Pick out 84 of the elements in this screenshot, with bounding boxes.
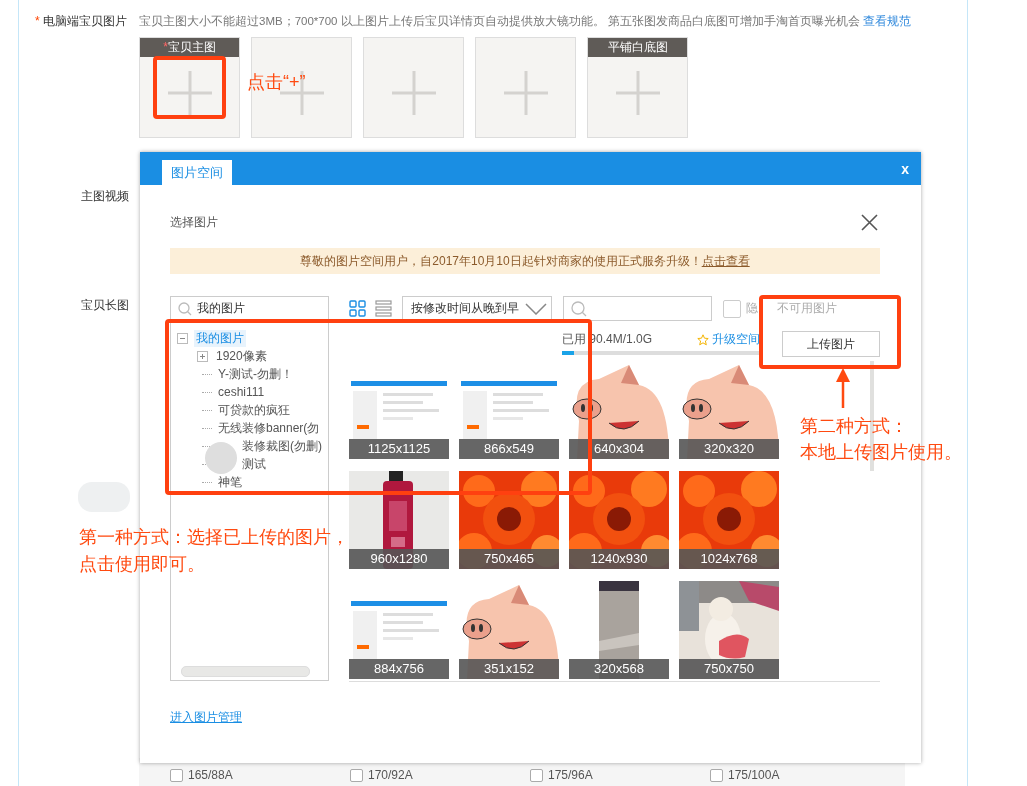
size-label: 175/100A	[728, 768, 780, 782]
image-thumbnail[interactable]: 866x549	[459, 361, 559, 459]
image-thumbnail[interactable]: 1024x768	[679, 471, 779, 569]
size-label: 170/92A	[368, 768, 413, 782]
image-size-caption: 1024x768	[679, 549, 779, 569]
upload-slot[interactable]: *宝贝主图	[139, 37, 240, 138]
image-size-caption: 884x756	[349, 659, 449, 679]
image-size-caption: 320x568	[569, 659, 669, 679]
image-size-caption: 1125x1125	[349, 439, 449, 459]
close-icon[interactable]	[861, 213, 878, 231]
size-label: 165/88A	[188, 768, 233, 782]
checkbox[interactable]	[710, 768, 723, 782]
dialog-title: 选择图片	[170, 213, 218, 231]
folder-search-field[interactable]: 我的图片	[170, 296, 329, 321]
upload-slot[interactable]	[475, 37, 576, 138]
plus-icon	[167, 70, 212, 115]
notice-link[interactable]: 点击查看	[701, 253, 750, 268]
upload-slot[interactable]: 平铺白底图	[587, 37, 688, 138]
tree-item[interactable]: ceshi111	[216, 385, 267, 399]
image-thumbnail[interactable]: 640x304	[569, 361, 669, 459]
hint-text: 宝贝主图大小不能超过3MB；700*700 以上图片上传后宝贝详情页自动提供放大镜功能。 第五张图发商品白底图可增加手淘首页曝光机会 查看规范	[139, 14, 912, 29]
scrollbar[interactable]	[181, 666, 310, 677]
image-size-caption: 866x549	[459, 439, 559, 459]
image-size-caption: 960x1280	[349, 549, 449, 569]
slot-header: 平铺白底图	[588, 38, 687, 57]
field-label: 主图视频	[80, 188, 129, 205]
upgrade-link[interactable]: 升级空间	[697, 331, 760, 348]
expand-icon[interactable]	[197, 350, 210, 362]
image-size-caption: 750x750	[679, 659, 779, 679]
notice-text: 尊敬的图片空间用户，自2017年10月10日起针对商家的使用正式服务升级！点击查看	[300, 252, 750, 270]
image-thumbnail[interactable]: 1240x930	[569, 471, 669, 569]
plus-icon	[615, 70, 660, 115]
annotation-text: 第一种方式：选择已上传的图片， 点击使用即可。	[79, 526, 349, 576]
upload-button[interactable]: 上传图片	[782, 331, 880, 357]
tree-item[interactable]: 装修裁图(勿删)	[240, 437, 324, 455]
grid-view-icon[interactable]	[349, 300, 366, 317]
arrow-icon	[835, 368, 851, 408]
usage-text: 已用 90.4M/1.0G	[562, 331, 653, 348]
image-thumbnail[interactable]: 960x1280	[349, 471, 449, 569]
size-label: 175/96A	[548, 768, 593, 782]
list-view-icon[interactable]	[375, 300, 392, 317]
image-size-caption: 1240x930	[569, 549, 669, 569]
image-size-caption: 351x152	[459, 659, 559, 679]
star-icon	[697, 333, 709, 346]
checkbox-label: 隐	[746, 300, 758, 317]
search-icon	[571, 300, 587, 317]
checkbox[interactable]	[170, 768, 183, 782]
tree-item[interactable]: 无线装修banner(勿	[216, 419, 322, 437]
chevron-down-icon	[525, 302, 547, 315]
plus-icon	[503, 70, 548, 115]
plus-icon	[391, 70, 436, 115]
image-thumbnail[interactable]: 1125x1125	[349, 361, 449, 459]
image-size-caption: 320x320	[679, 439, 779, 459]
collapse-icon[interactable]	[177, 332, 190, 344]
search-icon	[178, 301, 192, 316]
image-thumbnail[interactable]: 884x756	[349, 581, 449, 679]
checkbox[interactable]	[723, 299, 741, 318]
tree-item[interactable]: 1920像素	[214, 347, 269, 365]
sort-dropdown[interactable]: 按修改时间从晚到早	[402, 296, 552, 321]
annotation-text: 第二种方式： 本地上传图片使用。	[800, 415, 962, 464]
checkbox[interactable]	[530, 768, 543, 782]
annotation-text: 点击“+”	[247, 71, 306, 94]
image-thumbnail[interactable]: 750x750	[679, 581, 779, 679]
image-thumbnail[interactable]: 750x465	[459, 471, 559, 569]
slot-header: *宝贝主图	[140, 38, 239, 57]
tree-item[interactable]: 神笔	[216, 473, 244, 491]
image-size-caption: 750x465	[459, 549, 559, 569]
close-button[interactable]: x	[901, 160, 909, 177]
checkbox-label: 不可用图片	[777, 300, 837, 317]
tab[interactable]: 图片空间	[162, 160, 232, 185]
tree-item[interactable]: 测试	[240, 455, 268, 473]
image-size-caption: 640x304	[569, 439, 669, 459]
image-thumbnail[interactable]: 320x320	[679, 361, 779, 459]
checkbox[interactable]	[350, 768, 363, 782]
image-thumbnail[interactable]: 320x568	[569, 581, 669, 679]
manage-link[interactable]: 进入图片管理	[170, 709, 242, 726]
field-label: 宝贝长图	[80, 297, 129, 314]
rules-link[interactable]: 查看规范	[863, 15, 912, 27]
image-search-field[interactable]	[563, 296, 712, 321]
tree-item[interactable]: 可贷款的疯狂	[216, 401, 292, 419]
field-label: * 电脑端宝贝图片	[35, 13, 128, 30]
tree-item[interactable]: Y-测试-勿删！	[216, 365, 295, 383]
image-thumbnail[interactable]: 351x152	[459, 581, 559, 679]
upload-slot[interactable]	[363, 37, 464, 138]
